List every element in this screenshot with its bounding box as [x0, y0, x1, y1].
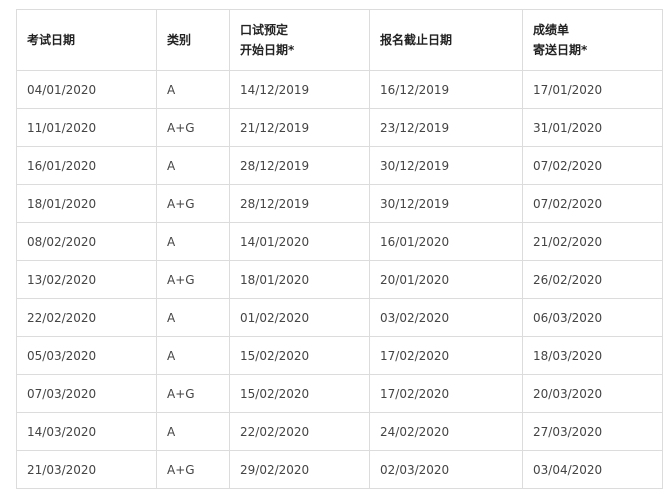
cell-registration-deadline: 23/12/2019 — [369, 108, 523, 147]
cell-registration-deadline: 03/02/2020 — [369, 298, 523, 337]
cell-results-mailing-date: 26/02/2020 — [522, 260, 663, 299]
cell-results-mailing-date: 21/02/2020 — [522, 222, 663, 261]
cell-registration-deadline: 30/12/2019 — [369, 184, 523, 223]
cell-speaking-start-date: 14/12/2019 — [229, 70, 370, 109]
cell-category: A+G — [156, 184, 230, 223]
cell-registration-deadline: 02/03/2020 — [369, 450, 523, 489]
table-row: 22/02/2020 A 01/02/2020 03/02/2020 06/03/202… — [16, 298, 663, 337]
table-row: 04/01/2020 A 14/12/2019 16/12/2019 17/01/202… — [16, 70, 663, 109]
cell-exam-date: 14/03/2020 — [16, 412, 157, 451]
cell-speaking-start-date: 22/02/2020 — [229, 412, 370, 451]
cell-results-mailing-date: 03/04/2020 — [522, 450, 663, 489]
cell-category: A+G — [156, 260, 230, 299]
cell-registration-deadline: 17/02/2020 — [369, 374, 523, 413]
table-row: 14/03/2020 A 22/02/2020 24/02/2020 27/03/202… — [16, 412, 663, 451]
table-row: 07/03/2020 A+G 15/02/2020 17/02/2020 20/03/2… — [16, 374, 663, 413]
cell-exam-date: 22/02/2020 — [16, 298, 157, 337]
cell-speaking-start-date: 15/02/2020 — [229, 336, 370, 375]
header-speaking-start-date: 口试预定 开始日期* — [229, 9, 370, 71]
header-speaking-line2: 开始日期* — [240, 43, 295, 57]
cell-exam-date: 21/03/2020 — [16, 450, 157, 489]
table-row: 16/01/2020 A 28/12/2019 30/12/2019 07/02/202… — [16, 146, 663, 185]
cell-registration-deadline: 17/02/2020 — [369, 336, 523, 375]
cell-results-mailing-date: 07/02/2020 — [522, 184, 663, 223]
cell-category: A — [156, 146, 230, 185]
cell-exam-date: 16/01/2020 — [16, 146, 157, 185]
cell-speaking-start-date: 29/02/2020 — [229, 450, 370, 489]
cell-category: A+G — [156, 450, 230, 489]
cell-results-mailing-date: 06/03/2020 — [522, 298, 663, 337]
cell-speaking-start-date: 15/02/2020 — [229, 374, 370, 413]
header-results-line1: 成绩单 — [533, 23, 570, 37]
cell-results-mailing-date: 18/03/2020 — [522, 336, 663, 375]
cell-results-mailing-date: 07/02/2020 — [522, 146, 663, 185]
header-speaking-line1: 口试预定 — [240, 23, 289, 37]
cell-category: A — [156, 336, 230, 375]
cell-speaking-start-date: 14/01/2020 — [229, 222, 370, 261]
cell-exam-date: 05/03/2020 — [16, 336, 157, 375]
cell-exam-date: 08/02/2020 — [16, 222, 157, 261]
cell-exam-date: 04/01/2020 — [16, 70, 157, 109]
cell-speaking-start-date: 28/12/2019 — [229, 184, 370, 223]
table-header-row: 考试日期 类别 口试预定 开始日期* 报名截止日期 成绩单 寄送日期* — [16, 9, 663, 71]
cell-category: A — [156, 412, 230, 451]
header-results-mailing-date: 成绩单 寄送日期* — [522, 9, 663, 71]
cell-speaking-start-date: 21/12/2019 — [229, 108, 370, 147]
table-row: 13/02/2020 A+G 18/01/2020 20/01/2020 26/02/2… — [16, 260, 663, 299]
table-body: 04/01/2020 A 14/12/2019 16/12/2019 17/01/202… — [16, 70, 663, 489]
cell-registration-deadline: 30/12/2019 — [369, 146, 523, 185]
cell-exam-date: 11/01/2020 — [16, 108, 157, 147]
table-row: 08/02/2020 A 14/01/2020 16/01/2020 21/02/202… — [16, 222, 663, 261]
header-category: 类别 — [156, 9, 230, 71]
cell-category: A — [156, 298, 230, 337]
table-row: 21/03/2020 A+G 29/02/2020 02/03/2020 03/04/2… — [16, 450, 663, 489]
cell-exam-date: 13/02/2020 — [16, 260, 157, 299]
cell-speaking-start-date: 01/02/2020 — [229, 298, 370, 337]
table-row: 11/01/2020 A+G 21/12/2019 23/12/2019 31/01/2… — [16, 108, 663, 147]
cell-exam-date: 07/03/2020 — [16, 374, 157, 413]
cell-registration-deadline: 24/02/2020 — [369, 412, 523, 451]
cell-category: A — [156, 70, 230, 109]
table-row: 05/03/2020 A 15/02/2020 17/02/2020 18/03/202… — [16, 336, 663, 375]
header-exam-date: 考试日期 — [16, 9, 157, 71]
cell-speaking-start-date: 28/12/2019 — [229, 146, 370, 185]
page: 考试日期 类别 口试预定 开始日期* 报名截止日期 成绩单 寄送日期* 04/0… — [0, 0, 672, 500]
exam-schedule-table: 考试日期 类别 口试预定 开始日期* 报名截止日期 成绩单 寄送日期* 04/0… — [16, 9, 663, 489]
cell-results-mailing-date: 31/01/2020 — [522, 108, 663, 147]
cell-exam-date: 18/01/2020 — [16, 184, 157, 223]
cell-registration-deadline: 16/12/2019 — [369, 70, 523, 109]
cell-registration-deadline: 20/01/2020 — [369, 260, 523, 299]
cell-results-mailing-date: 17/01/2020 — [522, 70, 663, 109]
cell-category: A+G — [156, 374, 230, 413]
cell-registration-deadline: 16/01/2020 — [369, 222, 523, 261]
header-results-line2: 寄送日期* — [533, 43, 588, 57]
cell-speaking-start-date: 18/01/2020 — [229, 260, 370, 299]
cell-results-mailing-date: 20/03/2020 — [522, 374, 663, 413]
header-registration-deadline: 报名截止日期 — [369, 9, 523, 71]
cell-results-mailing-date: 27/03/2020 — [522, 412, 663, 451]
table-row: 18/01/2020 A+G 28/12/2019 30/12/2019 07/02/2… — [16, 184, 663, 223]
cell-category: A — [156, 222, 230, 261]
cell-category: A+G — [156, 108, 230, 147]
